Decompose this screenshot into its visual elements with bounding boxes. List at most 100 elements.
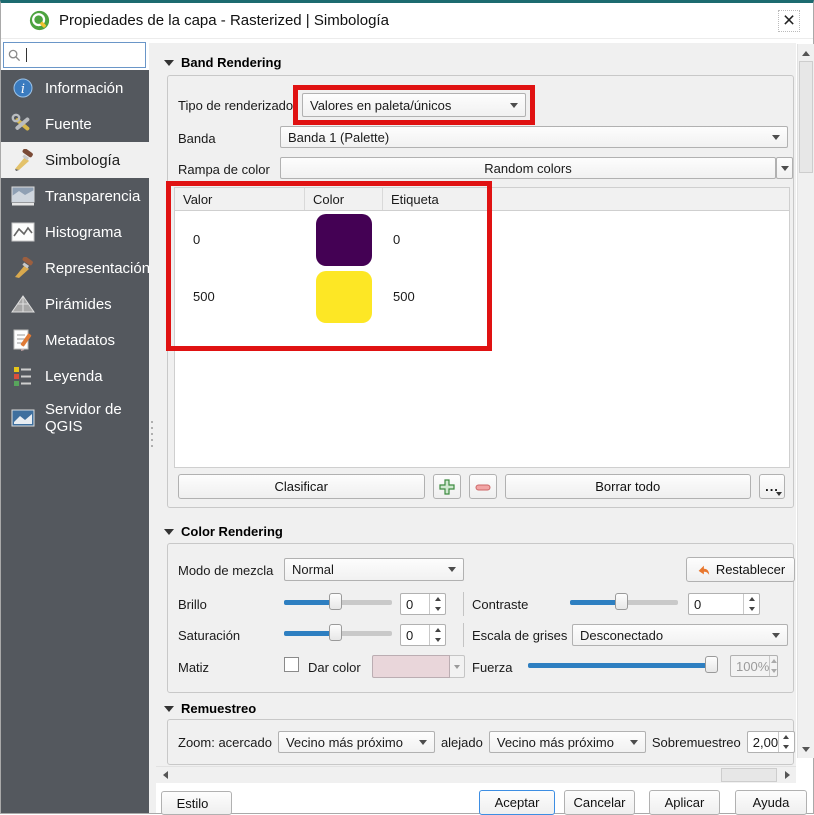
band-select[interactable]: Banda 1 (Palette) [280,126,788,148]
spin-buttons[interactable] [778,732,794,752]
brightness-spinbox[interactable]: 0 [400,593,446,615]
spin-buttons[interactable] [429,625,445,645]
add-row-button[interactable] [433,474,461,499]
chevron-down-icon [510,103,518,108]
sidebar-item-transparencia[interactable]: Transparencia [1,178,149,214]
col-header-valor[interactable]: Valor [175,188,305,210]
render-brush-icon [8,256,38,280]
sidebar-item-informacion[interactable]: i Información [1,70,149,106]
cell-valor[interactable]: 500 [175,289,305,304]
scroll-down-icon[interactable] [798,742,814,756]
classification-table[interactable]: Valor Color Etiqueta 0 0 500 500 [174,187,790,468]
button-label: Estilo [177,796,209,811]
sidebar-item-representacion[interactable]: Representación [1,250,149,286]
section-title: Remuestreo [181,701,256,716]
horizontal-scrollbar[interactable] [156,766,796,783]
reset-button[interactable]: Restablecer [686,557,795,582]
spin-buttons[interactable] [429,594,445,614]
cancel-button[interactable]: Cancelar [564,790,635,815]
chevron-down-icon [772,633,780,638]
clear-all-button[interactable]: Borrar todo [505,474,752,499]
colorize-color-button[interactable] [372,655,465,678]
contrast-slider[interactable] [570,592,678,612]
titlebar: Propiedades de la capa - Rasterized | Si… [1,3,813,39]
resampling-header[interactable]: Remuestreo [164,701,256,716]
saturation-slider[interactable] [284,623,392,643]
band-rendering-header[interactable]: Band Rendering [164,55,281,70]
blend-mode-select[interactable]: Normal [284,558,464,581]
sidebar-item-leyenda[interactable]: Leyenda [1,358,149,394]
color-swatch[interactable] [316,271,372,323]
horizontal-scrollbar-thumb[interactable] [721,768,777,782]
section-title: Band Rendering [181,55,281,70]
zoom-in-select[interactable]: Vecino más próximo [278,731,435,753]
remove-row-button[interactable] [469,474,497,499]
sidebar-item-label: Pirámides [45,296,112,313]
spin-buttons[interactable] [769,656,777,676]
scroll-up-icon[interactable] [798,46,814,60]
strength-spinbox[interactable]: 100% [730,655,778,677]
zoom-out-select[interactable]: Vecino más próximo [489,731,646,753]
color-ramp-menu-button[interactable] [776,157,793,179]
sidebar-item-simbologia[interactable]: Simbología [1,142,149,178]
contrast-spinbox[interactable]: 0 [688,593,760,615]
classify-button[interactable]: Clasificar [178,474,425,499]
sidebar-item-label: Información [45,80,123,97]
zoom-out-value: Vecino más próximo [497,735,624,750]
accept-button[interactable]: Aceptar [479,790,555,815]
vertical-scrollbar[interactable] [797,44,814,758]
color-rendering-header[interactable]: Color Rendering [164,524,283,539]
collapse-icon [164,60,174,66]
sidebar-splitter[interactable] [149,43,156,813]
color-ramp-select[interactable]: Random colors [280,157,776,179]
server-image-icon [8,406,38,430]
blend-mode-value: Normal [292,562,442,577]
scroll-right-icon[interactable] [780,767,794,783]
grayscale-select[interactable]: Desconectado [572,624,788,646]
table-header-row: Valor Color Etiqueta [175,188,789,211]
svg-text:i: i [21,82,25,97]
advanced-options-button[interactable]: ... [759,474,785,499]
help-button[interactable]: Ayuda [735,790,807,815]
sidebar-item-fuente[interactable]: Fuente [1,106,149,142]
sidebar-item-histograma[interactable]: Histograma [1,214,149,250]
button-label: Ayuda [753,795,790,810]
saturation-spinbox[interactable]: 0 [400,624,446,646]
scroll-left-icon[interactable] [158,767,172,783]
chevron-down-icon [776,492,782,496]
grayscale-value: Desconectado [580,628,766,643]
strength-slider[interactable] [528,655,718,675]
search-input[interactable] [3,42,146,68]
vertical-scrollbar-thumb[interactable] [799,61,813,173]
add-row-icon [439,479,455,495]
spin-buttons[interactable] [743,594,759,614]
oversampling-spinbox[interactable]: 2,00 [747,731,795,753]
sidebar-item-label: Representación [45,260,150,277]
cell-valor[interactable]: 0 [175,232,305,247]
col-header-etiqueta[interactable]: Etiqueta [383,188,789,210]
sidebar-item-metadatos[interactable]: Metadatos [1,322,149,358]
button-label: Clasificar [275,479,328,494]
cell-etiqueta[interactable]: 0 [383,232,789,247]
sidebar-item-servidor-qgis[interactable]: Servidor de QGIS [1,394,149,442]
color-rendering-group: Modo de mezcla Normal Restablecer Brillo… [167,543,794,693]
apply-button[interactable]: Aplicar [649,790,720,815]
pyramids-icon [8,292,38,316]
cell-etiqueta[interactable]: 500 [383,289,789,304]
renderer-type-select[interactable]: Valores en paleta/únicos [302,93,526,117]
band-value: Banda 1 (Palette) [288,130,766,145]
sidebar-item-piramides[interactable]: Pirámides [1,286,149,322]
color-ramp-value: Random colors [288,161,768,176]
colorize-checkbox[interactable] [284,657,299,672]
close-icon[interactable]: × [775,7,803,35]
colorize-label: Dar color [308,660,361,675]
sidebar-item-label: Servidor de QGIS [45,401,137,435]
table-row[interactable]: 0 0 [175,211,789,268]
divider [463,592,464,616]
col-header-color[interactable]: Color [305,188,383,210]
table-row[interactable]: 500 500 [175,268,789,325]
brightness-slider[interactable] [284,592,392,612]
color-swatch[interactable] [316,214,372,266]
style-button[interactable]: Estilo [161,791,232,815]
button-label: Restablecer [716,562,785,577]
